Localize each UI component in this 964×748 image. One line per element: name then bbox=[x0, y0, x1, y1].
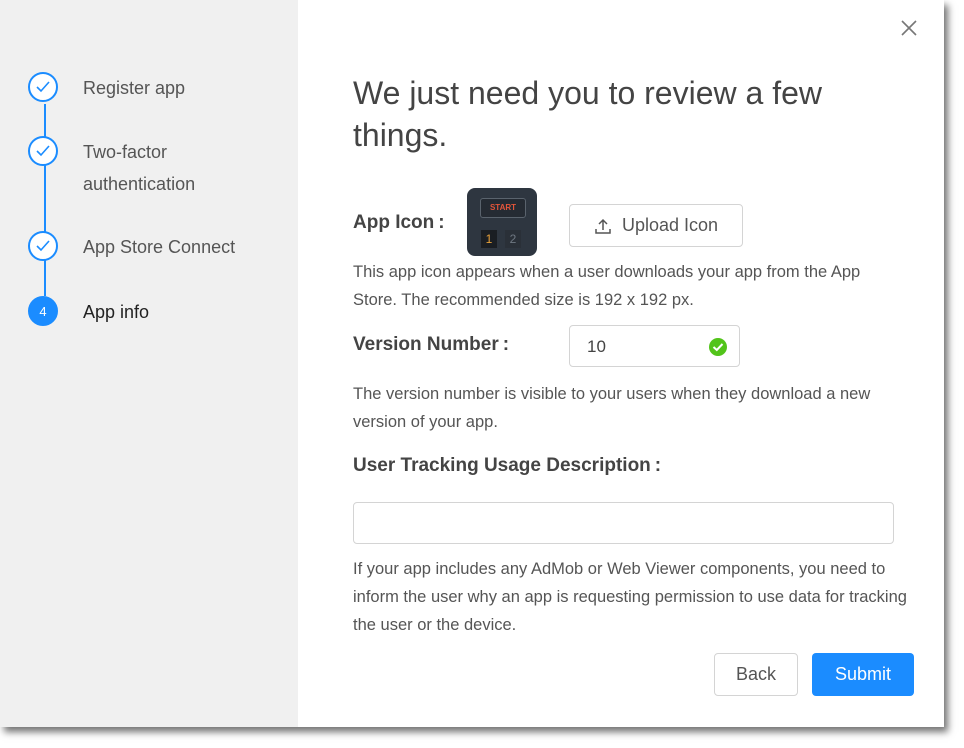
step-label: App info bbox=[83, 302, 150, 322]
step-label: App Store Connect bbox=[83, 237, 236, 257]
review-dialog: Register app Two-factor authentication A… bbox=[0, 0, 944, 727]
step-label: Register app bbox=[83, 78, 186, 98]
check-circle-icon bbox=[709, 338, 727, 356]
step-done-check-icon bbox=[28, 72, 58, 102]
tracking-description-help: If your app includes any AdMob or Web Vi… bbox=[353, 560, 907, 634]
step-label: Two-factor authentication bbox=[83, 142, 196, 194]
tracking-description-label: User Tracking Usage Description: bbox=[353, 455, 662, 476]
step-two-factor: Two-factor authentication bbox=[28, 136, 233, 200]
upload-icon bbox=[595, 218, 611, 234]
submit-button[interactable]: Submit bbox=[812, 653, 914, 696]
version-number-label: Version Number: bbox=[353, 334, 510, 355]
app-icon-label: App Icon: bbox=[353, 212, 445, 233]
app-icon-description: This app icon appears when a user downlo… bbox=[353, 263, 861, 309]
app-icon-start-text: START bbox=[480, 198, 526, 218]
close-icon bbox=[901, 20, 917, 36]
back-button[interactable]: Back bbox=[714, 653, 798, 696]
step-done-check-icon bbox=[28, 231, 58, 261]
version-number-value: 10 bbox=[587, 337, 606, 356]
steps-sidebar: Register app Two-factor authentication A… bbox=[0, 0, 298, 727]
step-app-store-connect: App Store Connect bbox=[28, 231, 263, 263]
version-number-description: The version number is visible to your us… bbox=[353, 385, 871, 431]
dialog-title: We just need you to review a few things. bbox=[353, 75, 822, 153]
step-register-app: Register app bbox=[28, 72, 263, 104]
tracking-description-input[interactable] bbox=[353, 502, 894, 544]
step-done-check-icon bbox=[28, 136, 58, 166]
version-number-input[interactable]: 10 bbox=[569, 325, 740, 367]
app-icon-digit-1: 1 bbox=[481, 230, 497, 248]
steps-connector-line bbox=[44, 104, 46, 296]
step-app-info: 4 App info bbox=[28, 296, 263, 328]
app-icon-image: START 1 2 bbox=[467, 188, 537, 256]
close-button[interactable] bbox=[898, 17, 920, 39]
upload-icon-button[interactable]: Upload Icon bbox=[569, 204, 743, 247]
app-icon-digit-2: 2 bbox=[505, 230, 521, 248]
step-number-badge: 4 bbox=[28, 296, 58, 326]
